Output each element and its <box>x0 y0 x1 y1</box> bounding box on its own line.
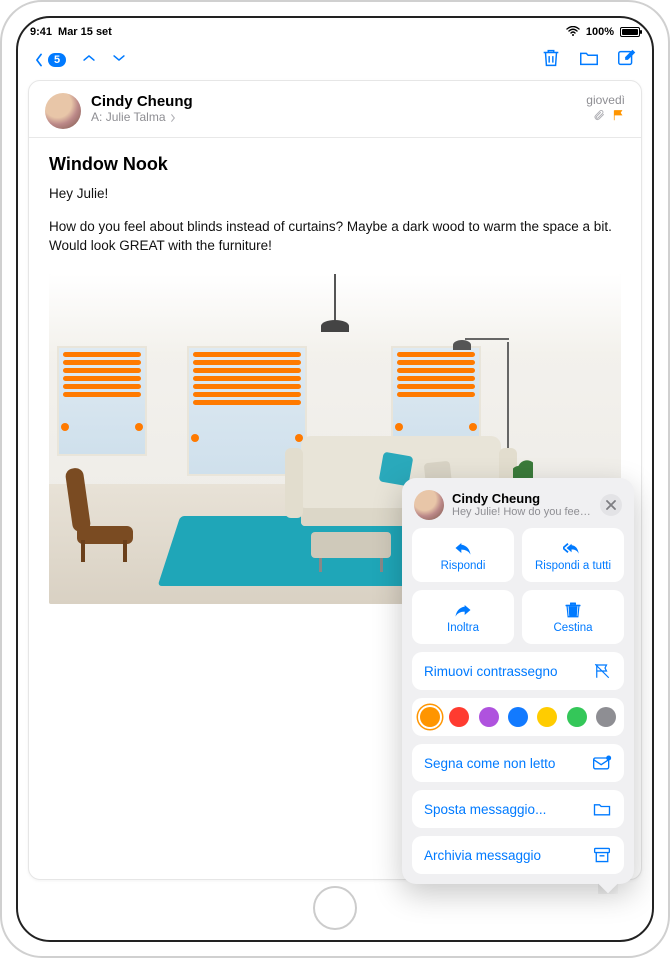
reply-label: Rispondi <box>441 560 486 572</box>
sheet-header: Cindy Cheung Hey Julie! How do you feel … <box>412 488 624 528</box>
back-button[interactable]: 5 <box>32 53 66 67</box>
chevron-left-icon <box>32 53 46 67</box>
sheet-close-button[interactable] <box>600 494 622 516</box>
recipient-name: Julie Talma <box>106 110 166 124</box>
remove-flag-button[interactable]: Rimuovi contrassegno <box>412 652 624 690</box>
message-meta: giovedì <box>586 93 625 124</box>
wifi-icon <box>566 26 580 39</box>
sheet-preview-text: Hey Julie! How do you feel ab... <box>452 506 592 518</box>
delete-button[interactable] <box>540 47 562 74</box>
archive-message-button[interactable]: Archivia messaggio <box>412 836 624 874</box>
status-time: 9:41 <box>30 26 52 38</box>
mark-unread-label: Segna come non letto <box>424 756 555 771</box>
flag-color-3[interactable] <box>508 707 528 727</box>
flag-slash-icon <box>592 662 612 680</box>
message-body: How do you feel about blinds instead of … <box>29 218 641 270</box>
archive-icon <box>592 846 612 864</box>
flag-icon <box>611 109 625 121</box>
flag-color-1[interactable] <box>449 707 469 727</box>
sheet-pointer <box>598 882 618 894</box>
sender-avatar[interactable] <box>45 93 81 129</box>
reply-all-button[interactable]: Rispondi a tutti <box>522 528 624 582</box>
chevron-right-icon <box>169 114 177 122</box>
message-subject: Window Nook <box>29 138 641 185</box>
home-button[interactable] <box>313 886 357 930</box>
move-message-label: Sposta messaggio... <box>424 802 546 817</box>
sheet-avatar <box>414 490 444 520</box>
mark-unread-button[interactable]: Segna come non letto <box>412 744 624 782</box>
forward-icon <box>453 601 473 619</box>
unread-badge: 5 <box>48 53 66 67</box>
compose-button[interactable] <box>616 47 638 74</box>
flag-color-0[interactable] <box>420 707 440 727</box>
envelope-dot-icon <box>592 754 612 772</box>
status-date: Mar 15 set <box>58 26 112 38</box>
compose-icon <box>616 47 638 69</box>
battery-percent: 100% <box>586 26 614 38</box>
flag-color-4[interactable] <box>537 707 557 727</box>
prev-message-button[interactable] <box>82 51 96 70</box>
battery-icon <box>620 27 640 37</box>
ipad-frame: 9:41 Mar 15 set 100% 5 <box>0 0 670 958</box>
forward-button[interactable]: Inoltra <box>412 590 514 644</box>
archive-message-label: Archivia messaggio <box>424 848 541 863</box>
recipient-line[interactable]: A: Julie Talma <box>91 110 576 124</box>
reply-all-icon <box>563 539 583 557</box>
flag-color-2[interactable] <box>479 707 499 727</box>
chevron-down-icon <box>112 51 126 65</box>
move-button[interactable] <box>578 47 600 74</box>
flag-color-row <box>412 698 624 736</box>
message-greeting: Hey Julie! <box>29 185 641 218</box>
trash-label: Cestina <box>554 622 593 634</box>
mail-toolbar: 5 <box>18 42 652 78</box>
reply-icon <box>453 539 473 557</box>
flag-color-6[interactable] <box>596 707 616 727</box>
message-header: Cindy Cheung A: Julie Talma giovedì <box>29 81 641 138</box>
remove-flag-label: Rimuovi contrassegno <box>424 664 558 679</box>
close-icon <box>606 500 616 510</box>
to-prefix: A: <box>91 110 102 124</box>
folder-icon <box>578 47 600 69</box>
forward-label: Inoltra <box>447 622 479 634</box>
attachment-icon <box>593 109 605 121</box>
next-message-button[interactable] <box>112 51 126 70</box>
trash-icon <box>540 47 562 69</box>
flag-color-5[interactable] <box>567 707 587 727</box>
move-message-button[interactable]: Sposta messaggio... <box>412 790 624 828</box>
screen: 9:41 Mar 15 set 100% 5 <box>16 16 654 942</box>
reply-button[interactable]: Rispondi <box>412 528 514 582</box>
chevron-up-icon <box>82 51 96 65</box>
trash-solid-icon <box>563 601 583 619</box>
sheet-sender-name: Cindy Cheung <box>452 492 592 506</box>
folder-outline-icon <box>592 800 612 818</box>
message-date: giovedì <box>586 93 625 107</box>
action-sheet: Cindy Cheung Hey Julie! How do you feel … <box>402 478 634 884</box>
status-bar: 9:41 Mar 15 set 100% <box>18 22 652 42</box>
reply-all-label: Rispondi a tutti <box>535 560 611 572</box>
trash-button[interactable]: Cestina <box>522 590 624 644</box>
sender-name[interactable]: Cindy Cheung <box>91 93 576 110</box>
